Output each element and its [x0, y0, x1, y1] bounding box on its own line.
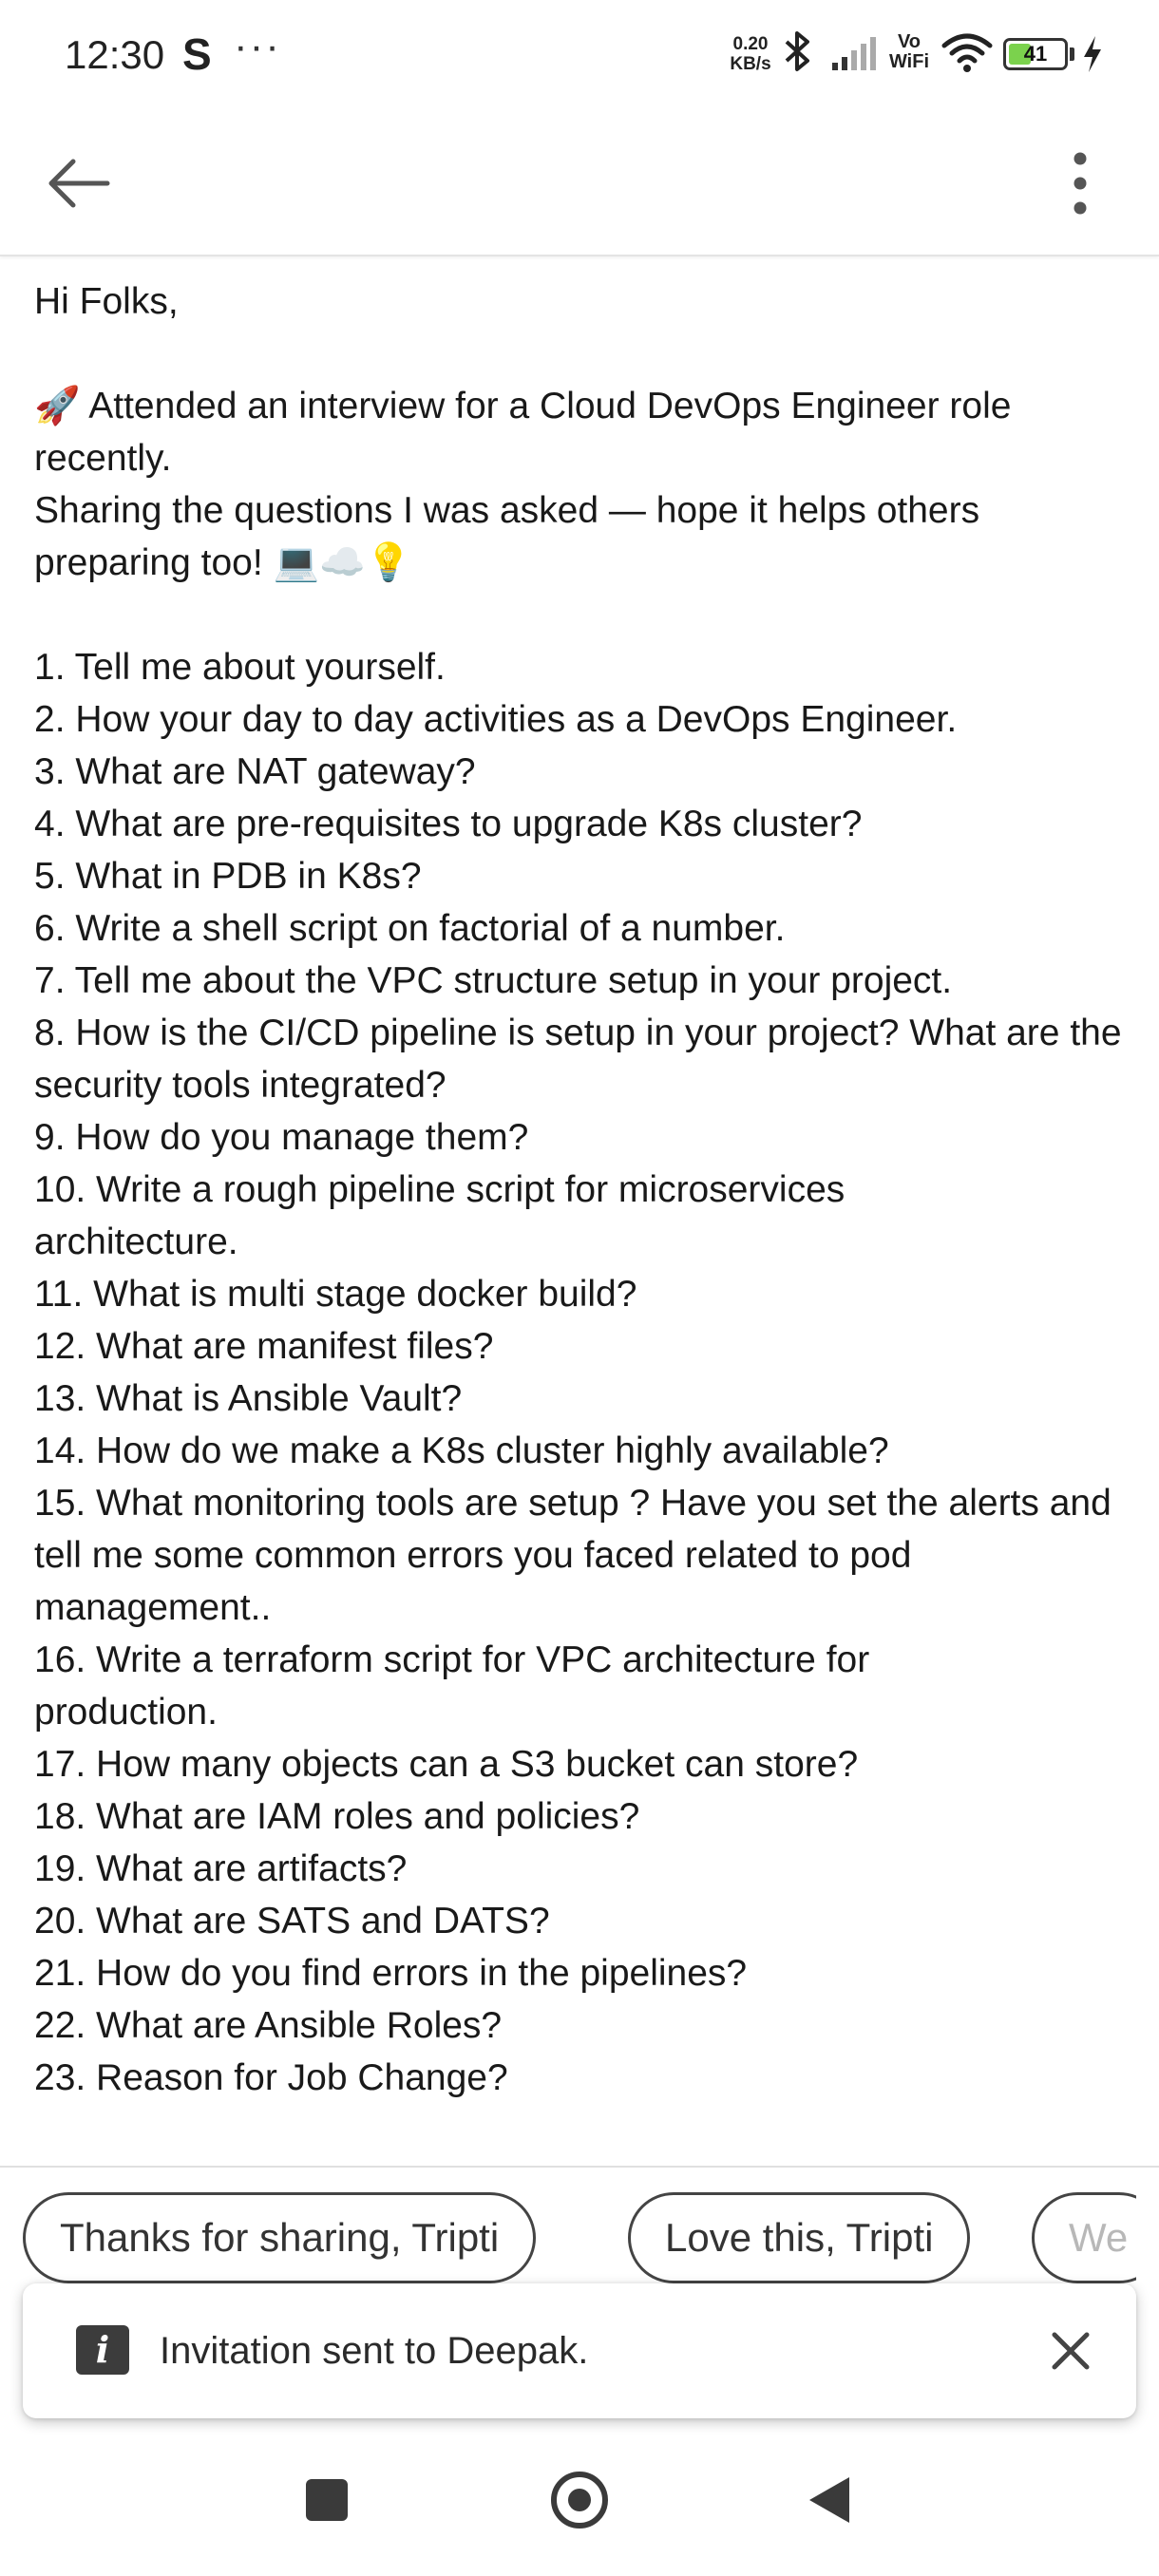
question-item: 16. Write a terraform script for VPC arc… [34, 1639, 870, 1733]
question-item: 12. What are manifest files? [34, 1326, 494, 1367]
rocket-emoji: 🚀 [34, 385, 81, 427]
wifi-icon [941, 33, 993, 72]
battery-level: 41 [1023, 42, 1048, 66]
question-item: 14. How do we make a K8s cluster highly … [34, 1430, 889, 1471]
post-intro: 🚀 Attended an interview for a Cloud DevO… [34, 380, 1136, 484]
net-speed: 0.20 KB/s [722, 34, 779, 74]
screen: 12:30 S ··· 0.20 KB/s Vo WiFi 41 Hi Folk… [0, 0, 1159, 2576]
question-item: 5. What in PDB in K8s? [34, 856, 422, 897]
question-item: 21. How do you find errors in the pipeli… [34, 1953, 748, 1994]
question-item: 10. Write a rough pipeline script for mi… [34, 1169, 846, 1262]
question-item: 3. What are NAT gateway? [34, 751, 476, 792]
app-bar [0, 114, 1159, 256]
toast-close-button[interactable] [1036, 2316, 1106, 2386]
system-nav-bar [0, 2441, 1159, 2576]
question-item: 18. What are IAM roles and policies? [34, 1796, 640, 1837]
question-item: 6. Write a shell script on factorial of … [34, 908, 786, 949]
suggestion-chips: Thanks for sharing, Tripti Love this, Tr… [23, 2192, 1136, 2283]
post-content: Hi Folks, 🚀 Attended an interview for a … [34, 275, 1136, 2104]
laptop-cloud-bulb-emoji: 💻☁️💡 [273, 541, 412, 584]
post-sharing: Sharing the questions I was asked — hope… [34, 484, 1136, 589]
question-item: 4. What are pre-requisites to upgrade K8… [34, 804, 863, 844]
battery-tip [1070, 47, 1074, 61]
charging-icon [1084, 36, 1101, 72]
question-item: 19. What are artifacts? [34, 1848, 408, 1889]
net-speed-unit: KB/s [730, 54, 771, 74]
post-greeting: Hi Folks, [34, 281, 179, 322]
suggestion-chip-love[interactable]: Love this, Tripti [628, 2192, 971, 2283]
recents-square-icon[interactable] [306, 2479, 348, 2521]
question-item: 23. Reason for Job Change? [34, 2057, 508, 2098]
more-vertical-icon [1074, 152, 1087, 215]
toast-message: Invitation sent to Deepak. [160, 2330, 589, 2372]
battery-icon: 41 [1003, 38, 1068, 70]
arrow-left-icon [48, 159, 110, 208]
question-item: 11. What is multi stage docker build? [34, 1274, 637, 1315]
question-item: 20. What are SATS and DATS? [34, 1901, 550, 1941]
question-list: 1. Tell me about yourself. 2. How your d… [34, 641, 1136, 2104]
vowifi-indicator: Vo WiFi [885, 32, 933, 72]
back-button[interactable] [38, 142, 120, 224]
question-item: 22. What are Ansible Roles? [34, 2005, 503, 2046]
net-speed-value: 0.20 [732, 34, 769, 54]
question-item: 13. What is Ansible Vault? [34, 1378, 463, 1419]
question-item: 8. How is the CI/CD pipeline is setup in… [34, 1013, 1122, 1106]
app-notification-icon: S [182, 29, 212, 79]
more-options-button[interactable] [1039, 142, 1121, 224]
status-time: 12:30 [65, 32, 165, 77]
question-item: 7. Tell me about the VPC structure setup… [34, 960, 953, 1001]
post-intro-text: Attended an interview for a Cloud DevOps… [34, 386, 1012, 479]
home-circle-icon[interactable] [551, 2472, 608, 2529]
back-triangle-icon[interactable] [809, 2477, 849, 2523]
question-item: 2. How your day to day activities as a D… [34, 699, 958, 740]
signal-icon [832, 37, 876, 70]
post-sharing-text: Sharing the questions I was asked — hope… [34, 490, 980, 583]
vowifi-bottom: WiFi [888, 51, 930, 72]
question-item: 1. Tell me about yourself. [34, 647, 446, 688]
suggestion-chip-partial[interactable]: We [1032, 2192, 1136, 2283]
status-bar: 12:30 S ··· 0.20 KB/s Vo WiFi 41 [0, 0, 1159, 114]
divider [0, 2166, 1159, 2168]
question-item: 17. How many objects can a S3 bucket can… [34, 1744, 859, 1785]
info-icon: i [76, 2325, 129, 2375]
toast-notification: i Invitation sent to Deepak. [23, 2283, 1136, 2418]
close-icon [1052, 2332, 1090, 2370]
question-item: 15. What monitoring tools are setup ? Ha… [34, 1483, 1112, 1628]
vowifi-top: Vo [897, 31, 922, 52]
more-notifications-icon: ··· [234, 23, 281, 69]
bluetooth-icon [785, 31, 809, 71]
question-item: 9. How do you manage them? [34, 1117, 529, 1158]
home-dot [568, 2489, 591, 2511]
suggestion-chip-thanks[interactable]: Thanks for sharing, Tripti [23, 2192, 537, 2283]
